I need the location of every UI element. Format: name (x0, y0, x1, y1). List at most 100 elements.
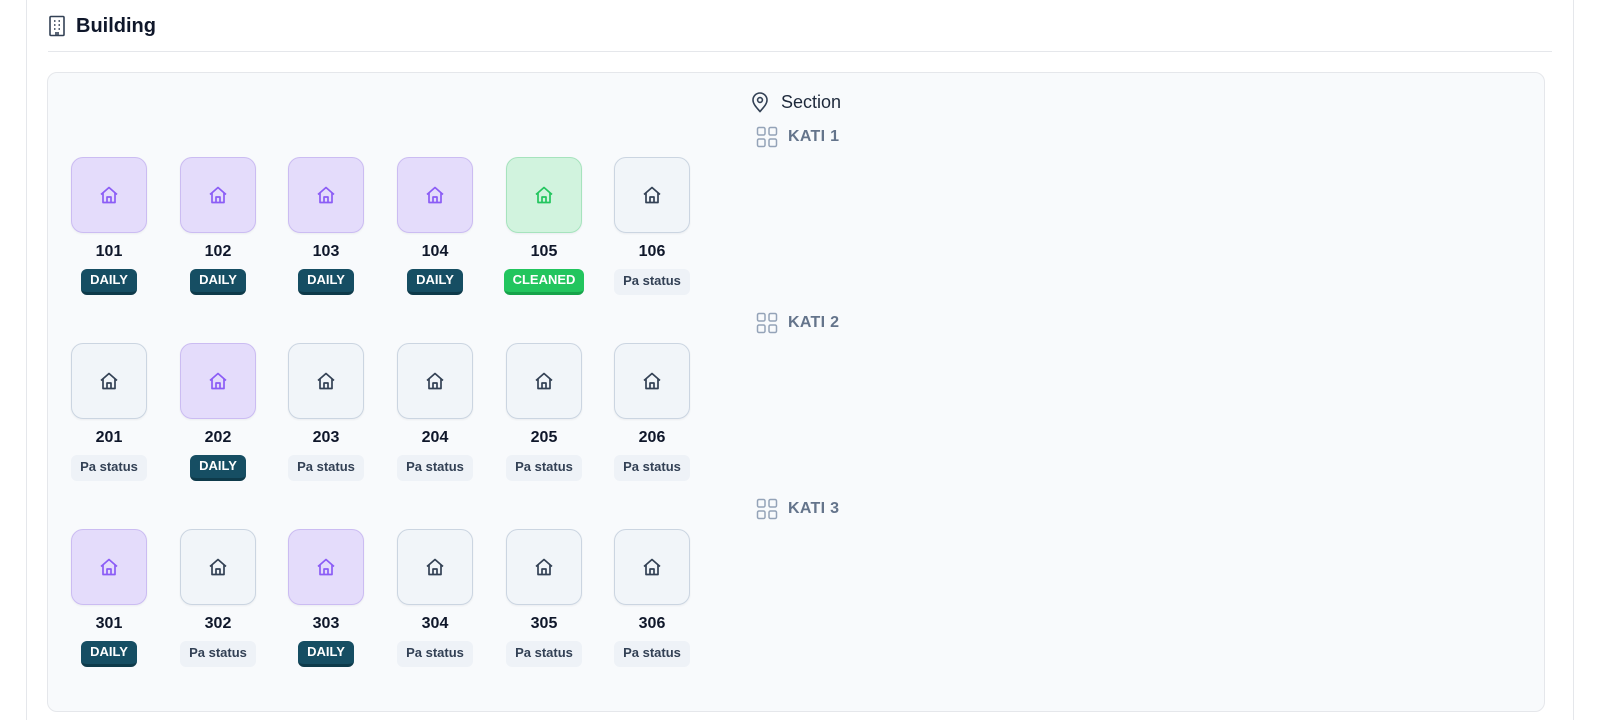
home-icon (643, 558, 661, 576)
room-tile[interactable] (71, 157, 147, 233)
room-102[interactable]: 102 DAILY (168, 157, 268, 295)
room-number: 301 (95, 615, 123, 632)
status-badge: CLEANED (503, 269, 585, 295)
room-tile[interactable] (506, 343, 582, 419)
room-103[interactable]: 103 DAILY (276, 157, 376, 295)
room-number: 204 (421, 429, 449, 446)
status-badge: Pa status (614, 269, 690, 295)
room-number: 303 (312, 615, 340, 632)
home-icon (317, 558, 335, 576)
room-206[interactable]: 206 Pa status (602, 343, 702, 481)
home-icon (209, 372, 227, 390)
room-tile[interactable] (288, 157, 364, 233)
room-203[interactable]: 203 Pa status (276, 343, 376, 481)
status-badge: DAILY (81, 269, 137, 295)
section-panel (47, 72, 1545, 712)
building-header: Building (48, 12, 1552, 52)
status-badge: Pa status (397, 455, 473, 481)
home-icon (317, 186, 335, 204)
room-tile[interactable] (397, 529, 473, 605)
home-icon (100, 372, 118, 390)
status-badge: Pa status (71, 455, 147, 481)
room-tile[interactable] (506, 157, 582, 233)
room-number: 201 (95, 429, 123, 446)
status-badge: DAILY (190, 269, 246, 295)
room-number: 305 (530, 615, 558, 632)
room-number: 302 (204, 615, 232, 632)
status-badge: Pa status (288, 455, 364, 481)
room-106[interactable]: 106 Pa status (602, 157, 702, 295)
room-tile[interactable] (506, 529, 582, 605)
building-icon (49, 15, 65, 37)
grid-icon (756, 498, 778, 520)
room-number: 306 (638, 615, 666, 632)
room-105[interactable]: 105 CLEANED (494, 157, 594, 295)
room-tile[interactable] (614, 529, 690, 605)
room-number: 102 (204, 243, 232, 260)
home-icon (535, 558, 553, 576)
room-number: 106 (638, 243, 666, 260)
floor-label: KATI 2 (756, 312, 839, 334)
status-badge: Pa status (397, 641, 473, 667)
room-tile[interactable] (288, 529, 364, 605)
room-306[interactable]: 306 Pa status (602, 529, 702, 667)
floor-label: KATI 3 (756, 498, 839, 520)
room-303[interactable]: 303 DAILY (276, 529, 376, 667)
room-number: 101 (95, 243, 123, 260)
home-icon (535, 186, 553, 204)
room-tile[interactable] (397, 157, 473, 233)
section-title: Section (781, 91, 842, 112)
room-101[interactable]: 101 DAILY (59, 157, 159, 295)
room-305[interactable]: 305 Pa status (494, 529, 594, 667)
room-tile[interactable] (288, 343, 364, 419)
room-tile[interactable] (71, 529, 147, 605)
room-tile[interactable] (614, 157, 690, 233)
room-number: 105 (530, 243, 558, 260)
room-201[interactable]: 201 Pa status (59, 343, 159, 481)
status-badge: Pa status (614, 641, 690, 667)
status-badge: DAILY (407, 269, 463, 295)
floor-name: KATI 2 (788, 314, 840, 331)
grid-icon (756, 126, 778, 148)
floor-name: KATI 1 (788, 128, 840, 145)
room-tile[interactable] (71, 343, 147, 419)
status-badge: Pa status (506, 641, 582, 667)
status-badge: Pa status (506, 455, 582, 481)
status-badge: Pa status (180, 641, 256, 667)
room-number: 104 (421, 243, 449, 260)
room-number: 103 (312, 243, 340, 260)
home-icon (317, 372, 335, 390)
room-tile[interactable] (397, 343, 473, 419)
home-icon (100, 558, 118, 576)
home-icon (643, 186, 661, 204)
room-205[interactable]: 205 Pa status (494, 343, 594, 481)
room-tile[interactable] (180, 157, 256, 233)
room-301[interactable]: 301 DAILY (59, 529, 159, 667)
room-number: 202 (204, 429, 232, 446)
room-304[interactable]: 304 Pa status (385, 529, 485, 667)
status-badge: DAILY (298, 641, 354, 667)
room-302[interactable]: 302 Pa status (168, 529, 268, 667)
floor-label: KATI 1 (756, 126, 839, 148)
room-202[interactable]: 202 DAILY (168, 343, 268, 481)
home-icon (100, 186, 118, 204)
home-icon (426, 186, 444, 204)
home-icon (209, 186, 227, 204)
room-tile[interactable] (180, 343, 256, 419)
room-204[interactable]: 204 Pa status (385, 343, 485, 481)
status-badge: DAILY (190, 455, 246, 481)
room-tile[interactable] (180, 529, 256, 605)
page-title: Building (76, 15, 156, 37)
room-104[interactable]: 104 DAILY (385, 157, 485, 295)
room-tile[interactable] (614, 343, 690, 419)
home-icon (643, 372, 661, 390)
room-number: 205 (530, 429, 558, 446)
home-icon (426, 372, 444, 390)
room-number: 304 (421, 615, 449, 632)
home-icon (209, 558, 227, 576)
status-badge: DAILY (298, 269, 354, 295)
status-badge: Pa status (614, 455, 690, 481)
status-badge: DAILY (81, 641, 137, 667)
map-pin-icon (752, 92, 768, 113)
room-number: 206 (638, 429, 666, 446)
